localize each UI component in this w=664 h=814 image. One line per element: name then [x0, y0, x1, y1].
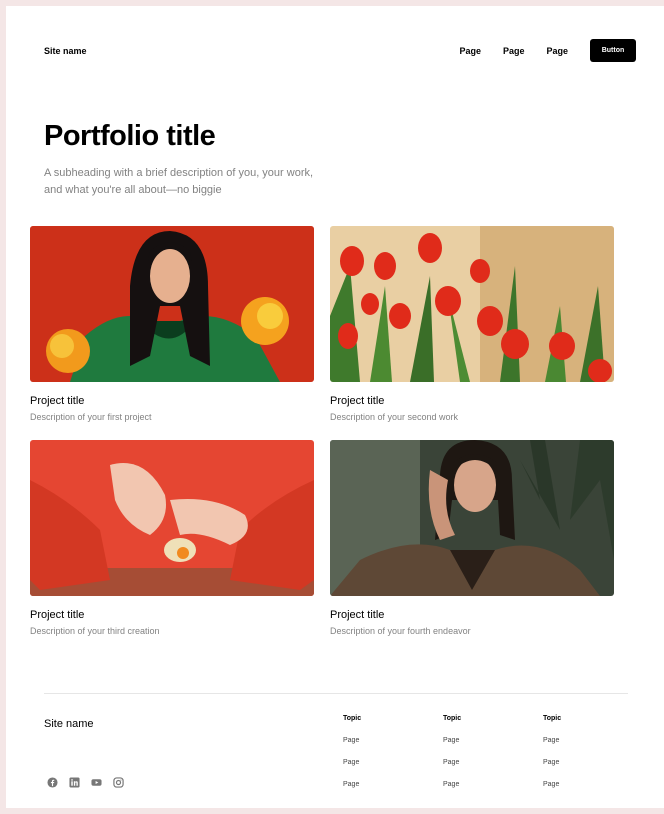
linkedin-icon[interactable] [69, 777, 80, 788]
portfolio-title: Portfolio title [44, 120, 216, 152]
footer-divider [44, 693, 628, 694]
page-frame: Site name Page Page Page Button Portfoli… [6, 6, 664, 808]
footer-topic-2: Topic [443, 715, 462, 722]
project-image-red-shirt-hands[interactable] [30, 440, 314, 596]
youtube-icon[interactable] [91, 777, 102, 788]
footer-site-name[interactable]: Site name [44, 718, 94, 730]
project-card-2[interactable]: Project title Description of your second… [330, 226, 614, 422]
footer-link[interactable]: Page [543, 759, 623, 769]
project-description-2: Description of your second work [330, 412, 459, 422]
header-button[interactable]: Button [590, 39, 636, 62]
nav-link-page-1[interactable]: Page [459, 46, 481, 56]
footer-link[interactable]: Page [543, 781, 623, 791]
project-card-1[interactable]: Project title Description of your first … [30, 226, 314, 422]
project-description-4: Description of your fourth endeavor [330, 626, 471, 636]
footer-column-1: Topic Page Page Page [343, 715, 423, 791]
project-image-woman-green-jacket[interactable] [30, 226, 314, 382]
footer-link[interactable]: Page [343, 781, 423, 791]
instagram-icon[interactable] [113, 777, 124, 788]
project-card-3[interactable]: Project title Description of your third … [30, 440, 314, 636]
footer-topic-1: Topic [343, 715, 362, 722]
portfolio-subheading: A subheading with a brief description of… [44, 167, 314, 196]
project-title-4[interactable]: Project title [330, 609, 614, 621]
social-links [47, 777, 135, 788]
site-name[interactable]: Site name [44, 46, 87, 56]
facebook-icon[interactable] [47, 777, 58, 788]
site-header: Site name Page Page Page Button [44, 39, 636, 63]
footer-column-2: Topic Page Page Page [443, 715, 523, 791]
nav-link-page-2[interactable]: Page [503, 46, 525, 56]
project-image-woman-plaid-jacket[interactable] [330, 440, 614, 596]
project-title-2[interactable]: Project title [330, 395, 614, 407]
footer-topic-3: Topic [543, 715, 562, 722]
footer-link[interactable]: Page [343, 737, 423, 747]
footer-column-3: Topic Page Page Page [543, 715, 623, 791]
project-card-4[interactable]: Project title Description of your fourth… [330, 440, 614, 636]
nav-link-page-3[interactable]: Page [546, 46, 568, 56]
footer-link[interactable]: Page [543, 737, 623, 747]
footer-link[interactable]: Page [443, 781, 523, 791]
footer-link[interactable]: Page [443, 759, 523, 769]
project-title-3[interactable]: Project title [30, 609, 314, 621]
project-description-1: Description of your first project [30, 412, 152, 422]
footer-link[interactable]: Page [443, 737, 523, 747]
main-nav: Page Page Page Button [459, 39, 636, 62]
footer-link[interactable]: Page [343, 759, 423, 769]
project-title-1[interactable]: Project title [30, 395, 314, 407]
project-image-red-tulips[interactable] [330, 226, 614, 382]
project-description-3: Description of your third creation [30, 626, 160, 636]
